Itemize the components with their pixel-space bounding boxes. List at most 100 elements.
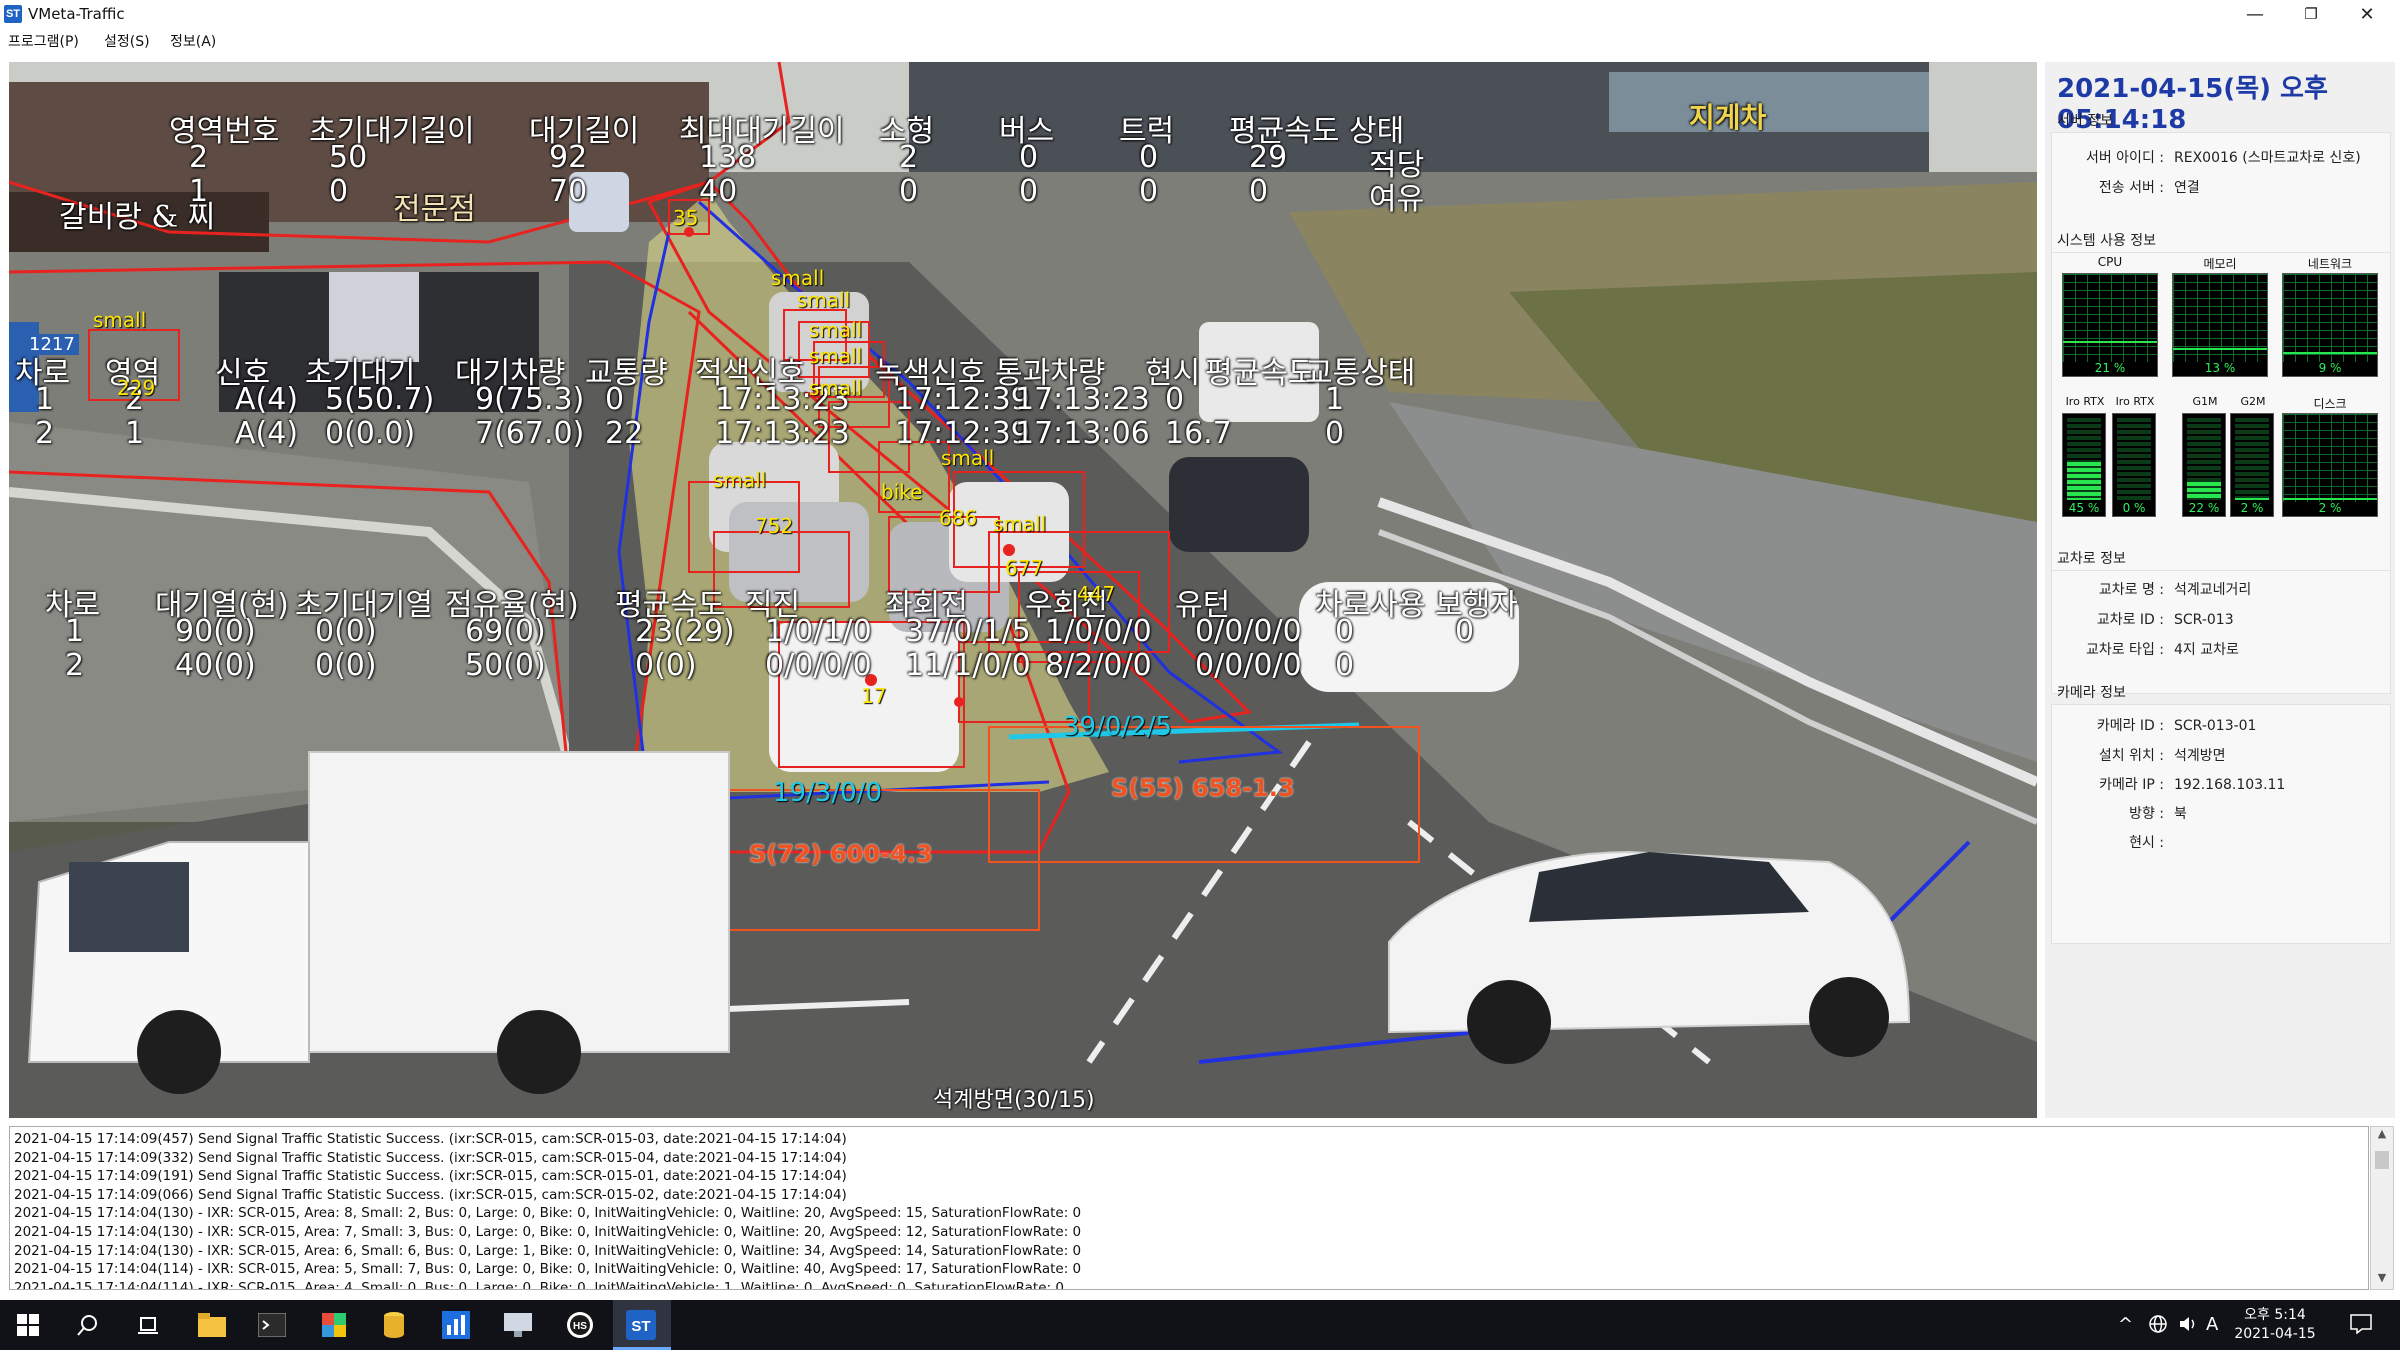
zone-cell: 0 [1139, 174, 1159, 209]
ime-indicator[interactable]: A [2206, 1314, 2218, 1335]
gpu-meter-label: Iro RTX [2115, 395, 2155, 408]
disk-meter-percent: 2 % [2318, 501, 2342, 515]
cross-name-value: 석계교네거리 [2174, 582, 2252, 598]
log-line: 2021-04-15 17:14:09(332) Send Signal Tra… [14, 1149, 847, 1166]
queue-header-cell: 보행자 [1435, 588, 1518, 623]
gpu-meter: 22 % [2182, 413, 2226, 517]
zone-cell: 0 [1019, 140, 1039, 175]
vmeta-taskbar-icon[interactable]: ST [625, 1309, 657, 1341]
gpu-meter-label: Iro RTX [2065, 395, 2105, 408]
gpu-meter: 2 % [2230, 413, 2274, 517]
queue-cell: 40(0) [175, 648, 256, 683]
lane-cell: 17:13:23 [1015, 382, 1150, 417]
zone-cell: 여유 [1369, 182, 1425, 217]
system-usage-section: CPU 21 % 메모리 13 % 네트워크 9 % Iro RTX 45 % Iro RTX 0… [2051, 252, 2391, 598]
menu-settings[interactable]: 설정(S) [104, 31, 150, 51]
camera-video-view[interactable]: 영역번호 초기대기길이 대기길이 최대대기길이 소형 버스 트럭 평균속도 상태 2 50 92 138… [9, 62, 2037, 1118]
lane-header-cell: 평균속도 [1205, 356, 1316, 391]
gpu-meter-label: G1M [2192, 395, 2218, 408]
app-icon: ST [4, 5, 22, 23]
camera-id-row: 카메라 ID : SCR-013-01 [2052, 715, 2257, 735]
cross-type-value: 4지 교차로 [2174, 642, 2239, 658]
log-output[interactable]: 2021-04-15 17:14:09(457) Send Signal Tra… [9, 1126, 2369, 1290]
lane-cell: 1 [35, 382, 55, 417]
server-id-value: REX0016 (스마트교차로 신호) [2174, 150, 2361, 166]
detection-label: small [941, 446, 995, 470]
lane-cell: 5(50.7) [325, 382, 435, 417]
volume-icon[interactable] [2178, 1314, 2200, 1339]
restore-button[interactable]: ❐ [2283, 0, 2339, 28]
zone-cell: 29 [1249, 140, 1288, 175]
gpu-meter-fill [2235, 498, 2269, 500]
menu-info[interactable]: 정보(A) [170, 31, 216, 51]
speed-label-b: S(72) 600-4.3 [749, 840, 933, 868]
usage-meter: 21 % [2062, 273, 2158, 377]
scroll-down-icon[interactable]: ▼ [2371, 1271, 2393, 1289]
terminal-icon[interactable] [256, 1309, 288, 1341]
windows-start-icon[interactable] [12, 1309, 44, 1341]
meter-percent: 13 % [2204, 361, 2236, 375]
lane-cell: 0 [605, 382, 625, 417]
scroll-up-icon[interactable]: ▲ [2371, 1127, 2393, 1145]
track-id-label: 447 [1077, 582, 1116, 606]
remote-desktop-icon[interactable] [502, 1309, 534, 1341]
road-sign: 1217 [25, 334, 79, 355]
network-globe-icon[interactable] [2148, 1314, 2168, 1339]
close-button[interactable]: ✕ [2339, 0, 2395, 28]
file-explorer-icon[interactable] [196, 1309, 228, 1341]
menu-bar: 프로그램(P) 설정(S) 정보(A) [0, 28, 2400, 54]
scroll-thumb[interactable] [2375, 1151, 2389, 1169]
camera-direction-key: 방향 : [2129, 806, 2164, 822]
zone-cell: 0 [899, 174, 919, 209]
notification-icon[interactable] [2350, 1314, 2372, 1339]
tray-chevron-icon[interactable]: ^ [2118, 1314, 2133, 1335]
lane-cell: A(4) [235, 382, 299, 417]
disk-meter: 2 % [2282, 413, 2378, 517]
zone-cell: 70 [549, 174, 588, 209]
camera-id-value: SCR-013-01 [2174, 718, 2257, 734]
log-line: 2021-04-15 17:14:04(114) - IXR: SCR-015,… [14, 1279, 1064, 1290]
server-id-row: 서버 아이디 : REX0016 (스마트교차로 신호) [2052, 147, 2361, 167]
svg-text:ST: ST [631, 1318, 650, 1335]
task-view-icon[interactable] [132, 1309, 164, 1341]
lane-cell: 17:13:06 [1015, 416, 1150, 451]
monitor-app-icon[interactable] [440, 1309, 472, 1341]
transfer-server-key: 전송 서버 : [2098, 180, 2164, 196]
lane-cell: 9(75.3) [475, 382, 585, 417]
zone-cell: 2 [899, 140, 919, 175]
log-line: 2021-04-15 17:14:04(130) - IXR: SCR-015,… [14, 1205, 1082, 1222]
zone-cell: 0 [1139, 140, 1159, 175]
camera-ip-key: 카메라 IP : [2099, 777, 2164, 793]
active-task-vmeta[interactable]: ST [613, 1300, 671, 1350]
cross-name-key: 교차로 명 : [2098, 582, 2164, 598]
camera-phase-row: 현시 : [2052, 832, 2174, 852]
usage-meter: 13 % [2172, 273, 2268, 377]
cross-id-row: 교차로 ID : SCR-013 [2052, 609, 2234, 629]
minimize-button[interactable]: — [2227, 0, 2283, 28]
meter-label: 메모리 [2203, 257, 2237, 271]
log-lines: 2021-04-15 17:14:09(457) Send Signal Tra… [14, 1130, 1082, 1290]
queue-cell: 1/0/1/0 [765, 614, 872, 649]
app-icon-cube[interactable] [318, 1309, 350, 1341]
detection-label: small [771, 266, 825, 290]
speed-label-a: S(55) 658-1.3 [1111, 774, 1295, 802]
cross-info-title: 교차로 정보 [2057, 551, 2126, 567]
cross-type-key: 교차로 타입 : [2085, 642, 2164, 658]
meter-percent: 21 % [2094, 361, 2126, 375]
meter-percent: 9 % [2318, 361, 2342, 375]
log-scrollbar[interactable]: ▲ ▼ [2370, 1126, 2394, 1290]
counter-label-b: 19/3/0/0 [773, 778, 882, 808]
gpu-meter-percent: 22 % [2188, 501, 2220, 515]
hs-app-icon[interactable]: HS [564, 1309, 596, 1341]
camera-id-key: 카메라 ID : [2096, 718, 2164, 734]
detection-label: small [809, 344, 863, 368]
lane-cell: 16.7 [1165, 416, 1232, 451]
search-icon[interactable] [72, 1309, 104, 1341]
zone-cell: 0 [1249, 174, 1269, 209]
database-icon[interactable] [378, 1309, 410, 1341]
menu-program[interactable]: 프로그램(P) [8, 31, 79, 51]
yard-sign: 지게차 [1689, 101, 1767, 134]
tray-clock[interactable]: 오후 5:14 2021-04-15 [2220, 1306, 2330, 1344]
log-line: 2021-04-15 17:14:04(130) - IXR: SCR-015,… [14, 1223, 1082, 1240]
camera-ip-value: 192.168.103.11 [2174, 777, 2286, 793]
